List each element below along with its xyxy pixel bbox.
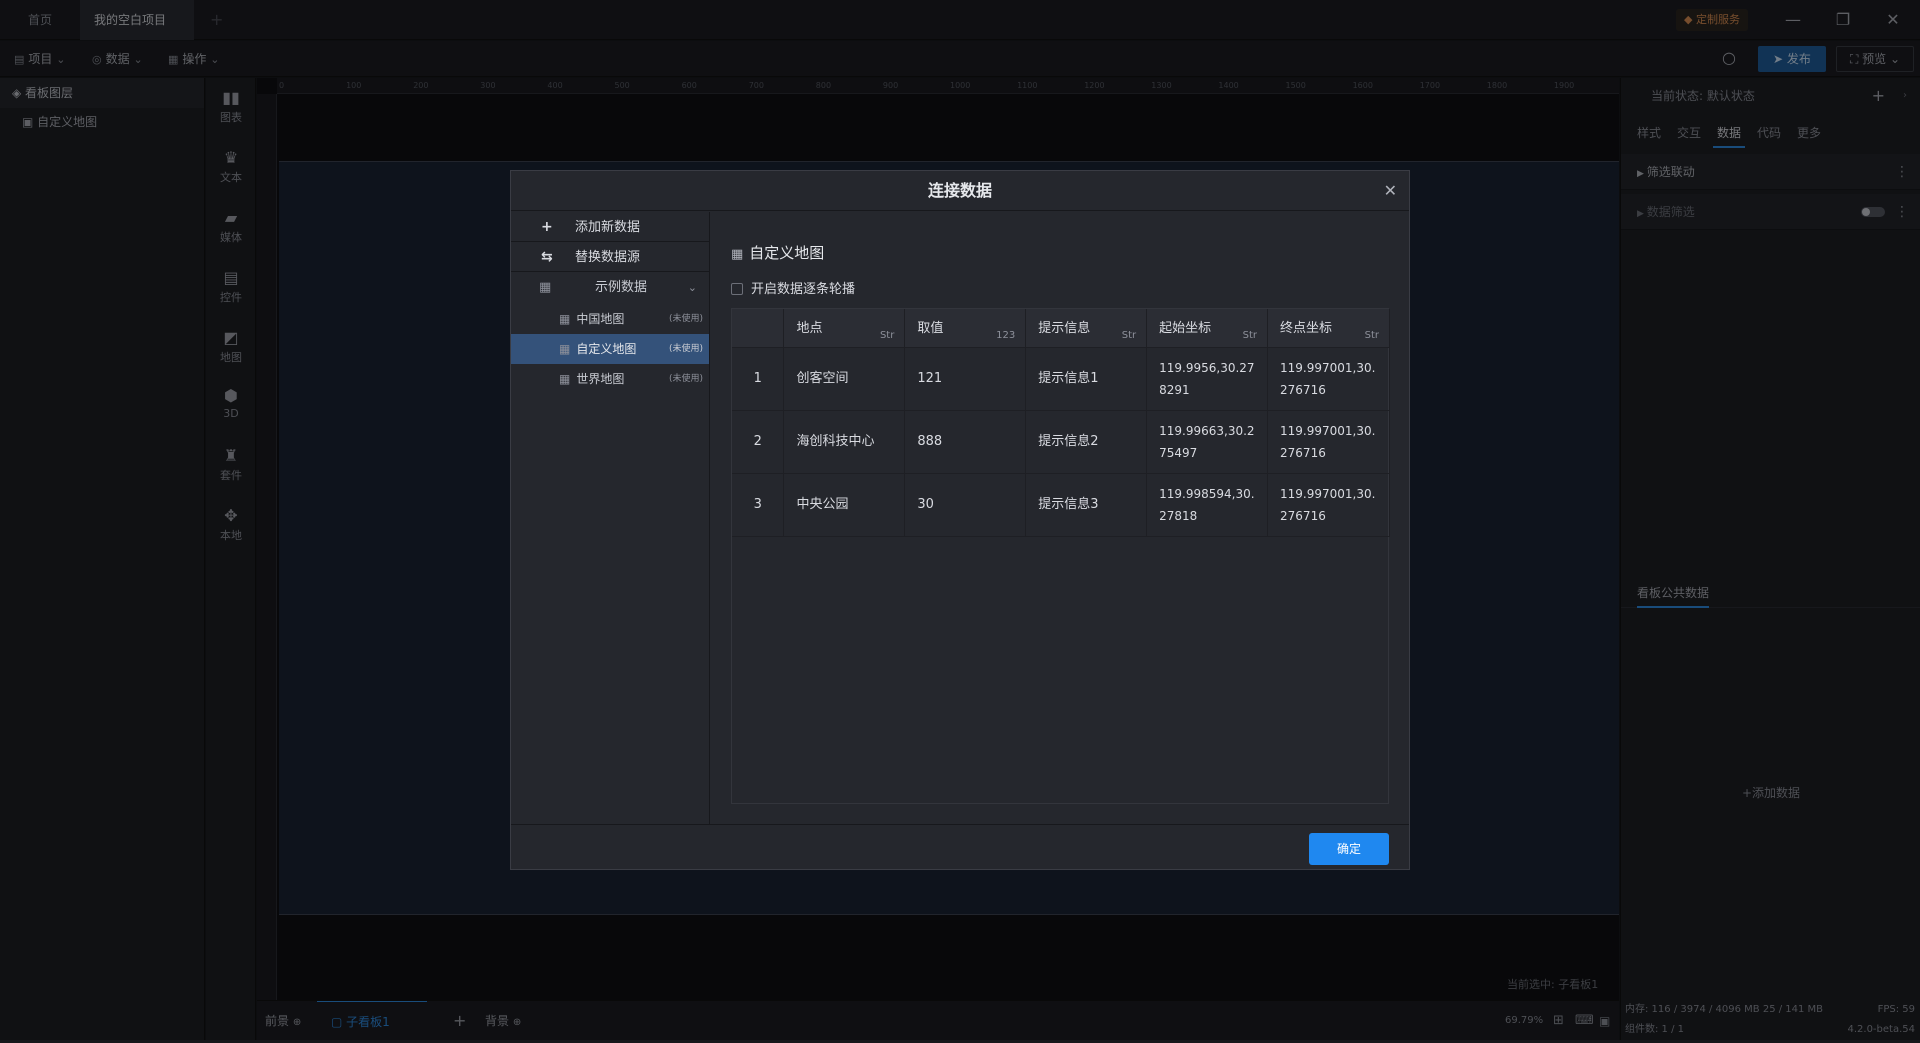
dialog-title: 连接数据 [927, 181, 992, 200]
plus-icon: + [541, 219, 553, 235]
table-cell[interactable]: 119.998594,30.27818 [1146, 473, 1269, 537]
sample-data-group[interactable]: ▦ 示例数据 ⌄ [511, 272, 709, 304]
confirm-button[interactable]: 确定 [1309, 833, 1389, 865]
replace-data-source-button[interactable]: ⇆ 替换数据源 [511, 242, 709, 272]
table-cell[interactable]: 提示信息1 [1025, 347, 1148, 411]
table-cell[interactable]: 海创科技中心 [783, 410, 906, 474]
data-table-container: 地点 Str 取值 123 提示信息 Str 起始坐标 Str 终点坐标 Str 1 创客… [731, 308, 1390, 804]
dataset-detail-panel: ▦ 自定义地图 开启数据逐条轮播 地点 Str 取值 123 提示信息 Str 起始坐标… [711, 212, 1409, 824]
table-icon: ▦ [539, 280, 552, 295]
column-type-badge: Str [1242, 329, 1258, 341]
table-cell[interactable]: 提示信息3 [1025, 473, 1148, 537]
table-header-row: 地点 Str 取值 123 提示信息 Str 起始坐标 Str 终点坐标 Str [732, 309, 1390, 348]
add-new-data-label: 添加新数据 [575, 220, 641, 235]
column-header[interactable]: 取值 123 [904, 309, 1027, 348]
column-type-badge: 123 [996, 329, 1016, 341]
column-header[interactable]: 提示信息 Str [1025, 309, 1148, 348]
column-type-badge: Str [1364, 329, 1379, 341]
table-cell[interactable]: 119.997001,30.276716 [1267, 347, 1390, 411]
connect-data-dialog: 连接数据 ✕ + 添加新数据 ⇆ 替换数据源 ▦ 示例数据 ⌄ ▦ 中国地图 (未使用) ▦… [510, 170, 1410, 870]
column-type-badge: Str [1121, 329, 1137, 341]
table-icon: ▦ [559, 372, 571, 386]
table-icon: ▦ [731, 247, 744, 262]
confirm-label: 确定 [1336, 842, 1361, 856]
column-header-label: 起始坐标 [1159, 321, 1212, 336]
column-header-label: 取值 [917, 321, 944, 336]
row-index: 2 [732, 410, 785, 474]
row-index: 3 [732, 473, 785, 537]
table-row: 3 中央公园 30 提示信息3 119.998594,30.27818 119.… [732, 473, 1390, 537]
dataset-title: ▦ 自定义地图 [731, 242, 824, 263]
carousel-checkbox[interactable] [731, 283, 743, 295]
table-cell[interactable]: 119.997001,30.276716 [1267, 473, 1390, 537]
row-index: 1 [732, 347, 785, 411]
chevron-down-icon: ⌄ [687, 281, 697, 294]
table-cell[interactable]: 119.997001,30.276716 [1267, 410, 1390, 474]
carousel-option[interactable]: 开启数据逐条轮播 [731, 278, 855, 297]
column-header-label: 地点 [796, 321, 823, 336]
swap-icon: ⇆ [541, 249, 553, 265]
dialog-footer: 确定 [511, 824, 1409, 869]
dataset-item[interactable]: ▦ 世界地图 (未使用) [511, 364, 709, 394]
table-icon: ▦ [559, 312, 571, 326]
table-cell[interactable]: 119.9956,30.278291 [1146, 347, 1269, 411]
dataset-item-label: 自定义地图 [576, 342, 637, 356]
dataset-usage-tag: (未使用) [668, 344, 703, 354]
dataset-item[interactable]: ▦ 中国地图 (未使用) [511, 304, 709, 334]
table-cell[interactable]: 创客空间 [783, 347, 906, 411]
close-icon[interactable]: ✕ [1384, 171, 1397, 211]
table-icon: ▦ [559, 342, 571, 356]
dataset-list-panel: + 添加新数据 ⇆ 替换数据源 ▦ 示例数据 ⌄ ▦ 中国地图 (未使用) ▦ 自定义地图 (未… [511, 212, 710, 824]
add-new-data-button[interactable]: + 添加新数据 [511, 212, 709, 242]
dialog-header: 连接数据 ✕ [511, 171, 1409, 211]
table-row: 1 创客空间 121 提示信息1 119.9956,30.278291 119.… [732, 347, 1390, 411]
column-header-label: 提示信息 [1038, 321, 1091, 336]
column-header[interactable]: 起始坐标 Str [1146, 309, 1269, 348]
table-cell[interactable]: 提示信息2 [1025, 410, 1148, 474]
sample-data-label: 示例数据 [595, 280, 648, 295]
dataset-usage-tag: (未使用) [668, 374, 703, 384]
table-cell[interactable]: 121 [904, 347, 1027, 411]
table-row: 2 海创科技中心 888 提示信息2 119.99663,30.275497 1… [732, 410, 1390, 474]
column-header[interactable]: 地点 Str [783, 309, 906, 348]
replace-data-source-label: 替换数据源 [575, 250, 641, 265]
table-cell[interactable]: 888 [904, 410, 1027, 474]
carousel-label: 开启数据逐条轮播 [751, 282, 856, 297]
data-table: 地点 Str 取值 123 提示信息 Str 起始坐标 Str 终点坐标 Str 1 创客… [732, 309, 1390, 537]
table-cell[interactable]: 119.99663,30.275497 [1146, 410, 1269, 474]
dataset-item-label: 世界地图 [576, 372, 625, 386]
table-cell[interactable]: 中央公园 [783, 473, 906, 537]
column-header-index [732, 309, 785, 348]
dataset-usage-tag: (未使用) [668, 314, 703, 324]
dataset-title-label: 自定义地图 [749, 244, 825, 262]
column-type-badge: Str [879, 329, 895, 341]
column-header[interactable]: 终点坐标 Str [1267, 309, 1390, 348]
dataset-item-label: 中国地图 [576, 312, 625, 326]
table-cell[interactable]: 30 [904, 473, 1027, 537]
column-header-label: 终点坐标 [1280, 321, 1333, 336]
dataset-item-selected[interactable]: ▦ 自定义地图 (未使用) [511, 334, 709, 364]
